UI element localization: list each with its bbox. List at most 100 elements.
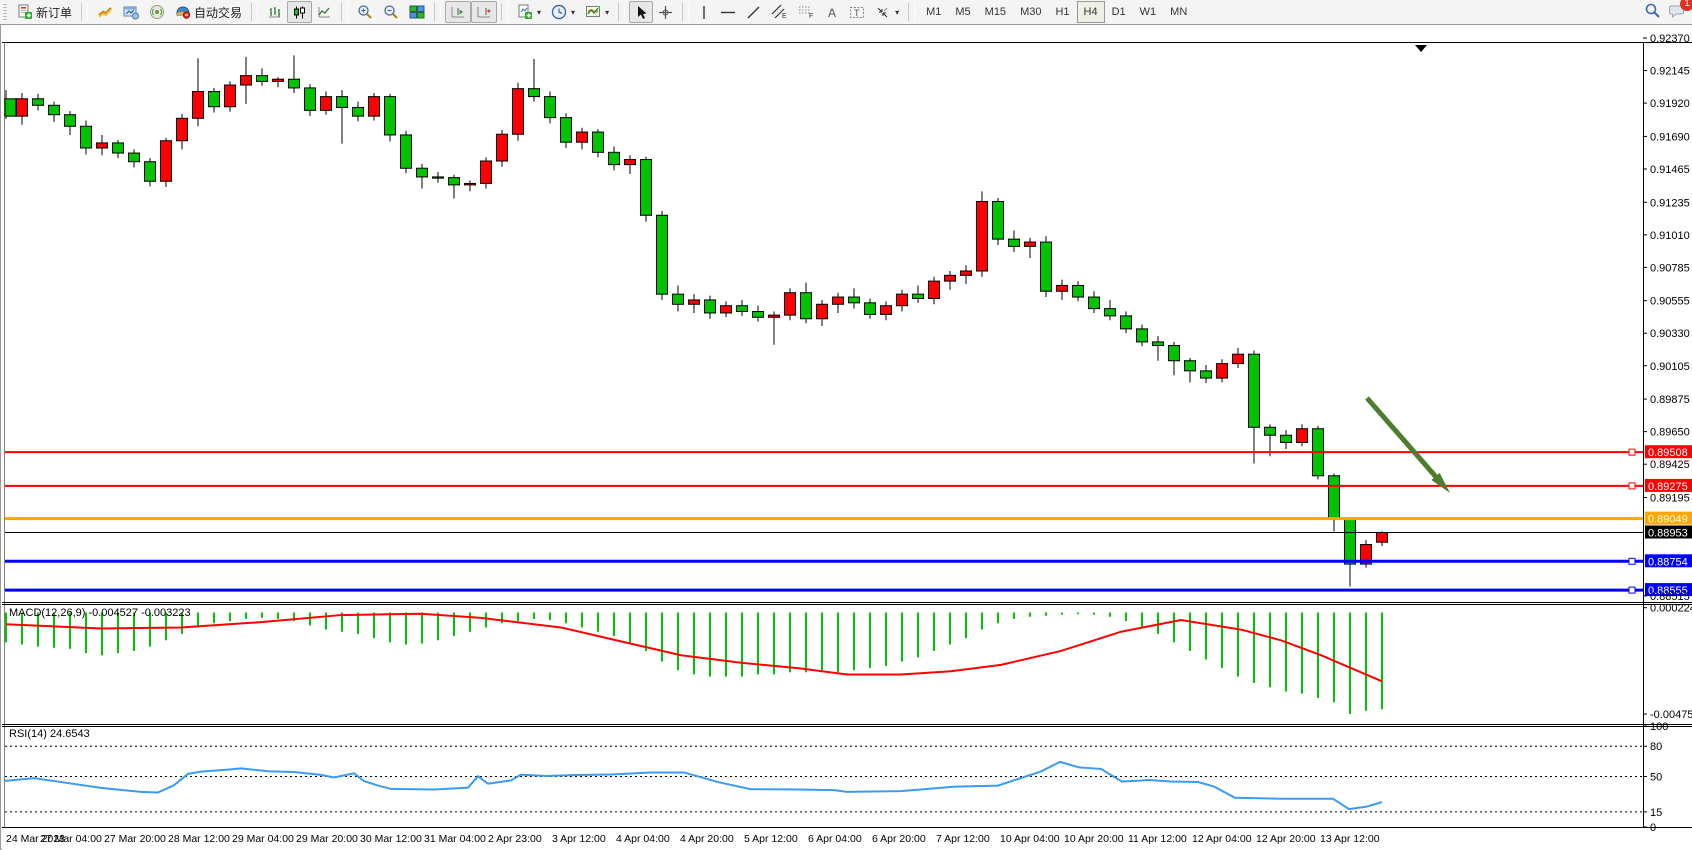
candlestick-chart-button[interactable] <box>287 1 312 23</box>
toolbar-separator <box>81 3 88 21</box>
periods-button[interactable]: ▾ <box>546 1 580 23</box>
timeframe-h4[interactable]: H4 <box>1077 1 1105 23</box>
vertical-line-button[interactable] <box>693 1 715 23</box>
candle-body <box>705 300 716 313</box>
date-label[interactable]: 28 Mar 12:00 <box>168 833 230 845</box>
date-label[interactable]: 30 Mar 12:00 <box>360 833 422 845</box>
candle-body <box>977 202 988 271</box>
date-label[interactable]: 29 Mar 20:00 <box>296 833 358 845</box>
macd-axis-label: -0.004753 <box>1650 709 1692 721</box>
date-label[interactable]: 6 Apr 20:00 <box>872 833 926 845</box>
timeframe-mn[interactable]: MN <box>1163 1 1194 23</box>
toolbar-separator <box>501 3 508 21</box>
bar-chart-button[interactable] <box>262 1 287 23</box>
date-label[interactable]: 4 Apr 04:00 <box>616 833 670 845</box>
alerts-button[interactable] <box>144 1 170 23</box>
hline-handle[interactable] <box>1629 449 1635 455</box>
date-label[interactable]: 29 Mar 04:00 <box>232 833 294 845</box>
timeframe-m5[interactable]: M5 <box>948 1 977 23</box>
date-label[interactable]: 10 Apr 20:00 <box>1064 833 1124 845</box>
hline-handle[interactable] <box>1629 558 1635 564</box>
zoom-in-button[interactable] <box>352 1 378 23</box>
toolbar-grip[interactable] <box>3 4 7 20</box>
timeframe-m15[interactable]: M15 <box>978 1 1013 23</box>
rsi-label: RSI(14) 24.6543 <box>9 728 90 740</box>
date-label[interactable]: 31 Mar 04:00 <box>424 833 486 845</box>
fibonacci-icon: F <box>798 4 815 20</box>
date-label[interactable]: 7 Apr 12:00 <box>936 833 990 845</box>
candle-body <box>1041 242 1052 291</box>
candle-body <box>97 143 108 148</box>
line-chart-button[interactable] <box>312 1 337 23</box>
autotrading-button[interactable]: 自动交易 <box>170 1 247 23</box>
date-label[interactable]: 13 Apr 12:00 <box>1320 833 1380 845</box>
hline-handle[interactable] <box>1629 587 1635 593</box>
chart-canvas[interactable]: 0.895080.892750.890490.889530.887540.885… <box>1 25 1692 850</box>
candle-body <box>801 293 812 319</box>
autotrading-icon <box>175 4 191 20</box>
candle-body <box>1377 533 1388 543</box>
price-tick-label: 0.91920 <box>1650 98 1690 110</box>
equidistant-channel-button[interactable]: E <box>766 1 793 23</box>
date-label[interactable]: 2 Apr 23:00 <box>488 833 542 845</box>
date-label[interactable]: 27 Mar 20:00 <box>104 833 166 845</box>
text-label-button[interactable]: T <box>844 1 870 23</box>
trendline-button[interactable] <box>741 1 766 23</box>
candlestick-icon <box>292 5 307 20</box>
price-tick-label: 0.90105 <box>1650 361 1690 373</box>
crosshair-button[interactable] <box>653 1 678 23</box>
arrows-button[interactable]: ▾ <box>870 1 904 23</box>
date-label[interactable]: 5 Apr 12:00 <box>744 833 798 845</box>
text-button[interactable]: A <box>820 1 844 23</box>
templates-button[interactable]: ▾ <box>580 1 614 23</box>
date-label[interactable]: 12 Apr 20:00 <box>1256 833 1316 845</box>
date-label[interactable]: 27 Mar 04:00 <box>40 833 102 845</box>
dropdown-caret: ▾ <box>895 8 899 17</box>
horizontal-line-button[interactable] <box>715 1 741 23</box>
price-tick-label: 0.89650 <box>1650 427 1690 439</box>
date-label[interactable]: 3 Apr 12:00 <box>552 833 606 845</box>
price-tick-label: 0.92145 <box>1650 66 1690 78</box>
candle-body <box>33 99 44 106</box>
date-label[interactable]: 12 Apr 04:00 <box>1192 833 1252 845</box>
indicators-icon <box>517 4 533 20</box>
candle-body <box>417 168 428 177</box>
hline-price-text: 0.89275 <box>1648 481 1688 493</box>
fibonacci-button[interactable]: F <box>793 1 820 23</box>
date-label[interactable]: 6 Apr 04:00 <box>808 833 862 845</box>
new-order-button[interactable]: 新订单 <box>12 1 77 23</box>
auto-scroll-button[interactable] <box>445 1 471 23</box>
date-label[interactable]: 10 Apr 04:00 <box>1000 833 1060 845</box>
price-tick-label: 0.92370 <box>1650 33 1690 45</box>
trendline-icon <box>746 5 761 20</box>
chart-window[interactable]: ▼ USDCHF-,H4 0.88886 0.88962 0.88860 0.8… <box>0 24 1692 850</box>
cursor-button[interactable] <box>629 1 653 23</box>
date-label[interactable]: 4 Apr 20:00 <box>680 833 734 845</box>
dropdown-caret: ▾ <box>571 8 575 17</box>
timeframe-w1[interactable]: W1 <box>1133 1 1164 23</box>
timeframe-h1[interactable]: H1 <box>1048 1 1076 23</box>
market-watch-button[interactable] <box>92 1 118 23</box>
svg-text:A: A <box>828 6 836 20</box>
indicators-button[interactable]: ▾ <box>512 1 546 23</box>
timeframe-m30[interactable]: M30 <box>1013 1 1048 23</box>
timeframe-d1[interactable]: D1 <box>1105 1 1133 23</box>
timeframe-m1[interactable]: M1 <box>919 1 948 23</box>
notifications-button[interactable]: 1 <box>1669 3 1686 22</box>
hline-handle[interactable] <box>1629 483 1635 489</box>
date-label[interactable]: 11 Apr 12:00 <box>1128 833 1187 845</box>
chart-shift-button[interactable] <box>471 1 497 23</box>
candle-body <box>833 297 844 304</box>
main-toolbar: 新订单 自动交易 <box>0 0 1692 25</box>
notification-badge: 1 <box>1680 0 1692 11</box>
tile-windows-button[interactable] <box>404 1 430 23</box>
svg-text:E: E <box>782 13 787 20</box>
toolbar-separator <box>682 3 689 21</box>
data-window-button[interactable] <box>118 1 144 23</box>
text-icon: A <box>825 5 839 20</box>
zoom-out-button[interactable] <box>378 1 404 23</box>
toolbar-separator <box>434 3 441 21</box>
search-icon[interactable] <box>1644 2 1661 22</box>
candle-body <box>145 162 156 182</box>
price-tick-label: 0.90555 <box>1650 296 1690 308</box>
